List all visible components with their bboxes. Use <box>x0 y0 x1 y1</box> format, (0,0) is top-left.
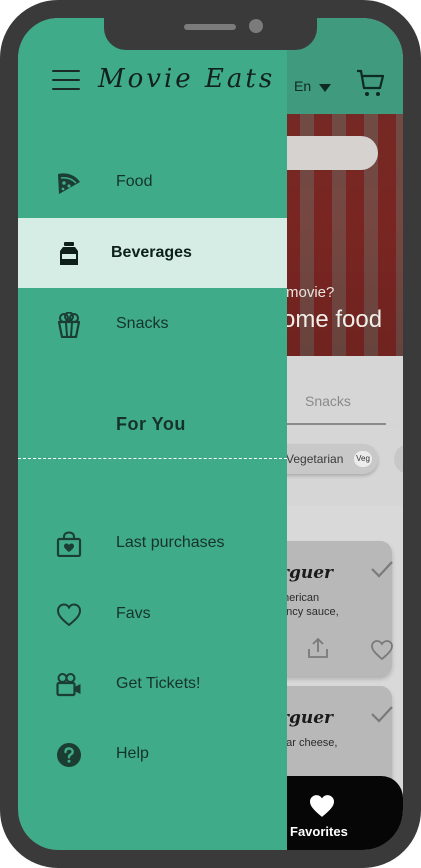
screen: En movie? ome food Snacks Vegetarian Veg <box>18 18 403 850</box>
tab-underline <box>286 423 386 425</box>
section-title-for-you: For You <box>116 414 186 434</box>
speaker <box>184 24 236 30</box>
divider <box>18 458 287 459</box>
sidebar-item-label: Beverages <box>111 244 192 261</box>
check-icon[interactable] <box>370 559 394 579</box>
sidebar-item-help[interactable]: Help <box>18 719 287 789</box>
sidebar-item-label: Get Tickets! <box>116 675 201 692</box>
veg-badge: Veg <box>354 451 372 467</box>
front-camera <box>249 19 263 33</box>
popcorn-icon <box>57 312 81 338</box>
sidebar-item-food[interactable]: Food <box>18 147 287 217</box>
sidebar-item-label: Last purchases <box>116 534 225 551</box>
product-description: dar cheese, <box>280 737 338 749</box>
filter-chip[interactable] <box>394 444 403 474</box>
phone-notch <box>104 18 317 50</box>
bottle-icon <box>60 242 78 265</box>
sidebar-item-last-purchases[interactable]: Last purchases <box>18 508 287 578</box>
heart-icon[interactable] <box>370 639 394 661</box>
chevron-down-icon[interactable] <box>319 84 331 92</box>
hamburger-menu-icon[interactable] <box>52 70 80 92</box>
heart-icon[interactable] <box>308 794 336 818</box>
cart-icon[interactable] <box>356 68 384 98</box>
heart-icon <box>56 603 82 627</box>
pizza-slice-icon <box>58 173 80 194</box>
favorites-tab-label[interactable]: Favorites <box>290 824 348 839</box>
sidebar-item-get-tickets[interactable]: Get Tickets! <box>18 649 287 719</box>
sidebar-item-label: Help <box>116 745 149 762</box>
video-camera-icon <box>56 673 81 697</box>
product-name: rguer <box>280 563 333 583</box>
sidebar-item-snacks[interactable]: Snacks <box>18 289 287 359</box>
chip-label: Vegetarian <box>286 452 344 466</box>
share-icon[interactable] <box>306 637 330 659</box>
phone-frame: En movie? ome food Snacks Vegetarian Veg <box>0 0 421 868</box>
language-selector[interactable]: En <box>294 78 311 94</box>
sidebar-item-label: Favs <box>116 605 151 622</box>
product-name: rguer <box>280 708 333 728</box>
navigation-drawer: Movie Eats Food Beverages Snacks For You… <box>18 18 287 850</box>
check-icon[interactable] <box>370 704 394 724</box>
sidebar-item-label: Snacks <box>116 315 169 332</box>
shopping-bag-heart-icon <box>56 531 82 557</box>
app-logo: Movie Eats <box>98 64 276 94</box>
product-description: merican ancy sauce, <box>280 592 339 618</box>
sidebar-item-beverages[interactable]: Beverages <box>18 218 287 288</box>
sidebar-item-label: Food <box>116 173 153 190</box>
sidebar-item-favs[interactable]: Favs <box>18 579 287 649</box>
hero-question: movie? <box>286 284 335 301</box>
hero-title: ome food <box>282 306 383 333</box>
question-circle-icon <box>57 743 81 767</box>
tab-snacks[interactable]: Snacks <box>305 393 351 409</box>
